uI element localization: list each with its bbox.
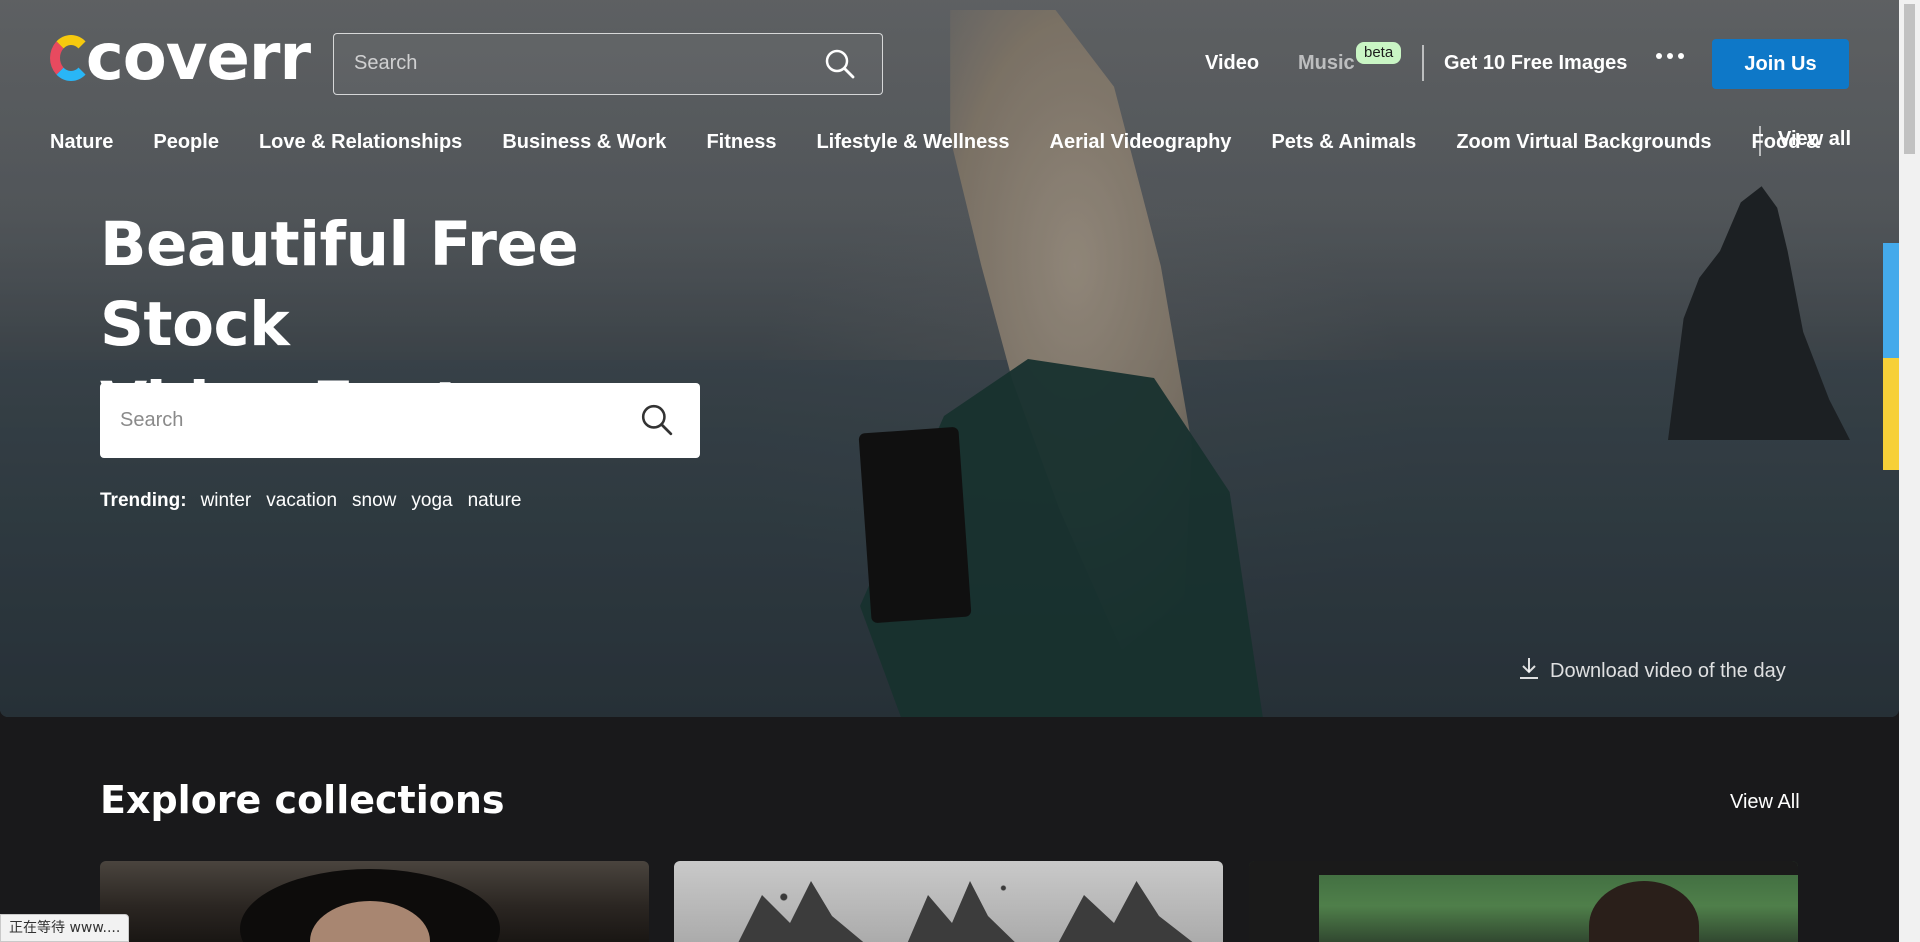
download-video-of-day-link[interactable]: Download video of the day [1518, 656, 1786, 686]
scrollbar-thumb[interactable] [1904, 4, 1915, 154]
trending-tag[interactable]: snow [352, 490, 396, 512]
trending-row: Trending: winter vacation snow yoga natu… [100, 490, 536, 512]
category-business-work[interactable]: Business & Work [502, 131, 666, 154]
header-search-input[interactable] [334, 34, 804, 92]
card-thumbnail-shrub [1054, 881, 1204, 942]
hero-title-line-1: Beautiful Free Stock [100, 209, 579, 360]
hero-search-box [100, 383, 700, 458]
search-icon[interactable] [640, 403, 673, 436]
category-fitness[interactable]: Fitness [706, 131, 776, 154]
header-search-box [333, 33, 883, 95]
download-icon [1518, 656, 1540, 686]
card-thumbnail-shrub [734, 881, 874, 942]
music-beta-badge: beta [1356, 42, 1402, 64]
category-zoom-backgrounds[interactable]: Zoom Virtual Backgrounds [1456, 131, 1711, 154]
nav-video-link[interactable]: Video [1205, 52, 1259, 75]
side-accent-blue [1883, 243, 1899, 358]
coverr-logo[interactable]: coverr [50, 21, 311, 95]
category-nature[interactable]: Nature [50, 131, 113, 154]
trending-tag[interactable]: yoga [411, 490, 452, 512]
more-dots-icon[interactable] [1656, 48, 1684, 64]
trending-label: Trending: [100, 490, 187, 511]
nav-free-images-link[interactable]: Get 10 Free Images [1444, 52, 1627, 75]
hero-banner: coverr Video Music beta Get 10 Free Imag… [0, 0, 1899, 717]
category-nav: Nature People Love & Relationships Busin… [50, 128, 1860, 156]
side-accent-yellow [1883, 358, 1899, 470]
download-video-of-day-label: Download video of the day [1550, 659, 1786, 682]
hero-search-input[interactable] [100, 383, 620, 458]
collections-view-all-link[interactable]: View All [1730, 791, 1800, 814]
collection-card[interactable] [1249, 861, 1798, 942]
join-us-button[interactable]: Join Us [1712, 39, 1849, 89]
explore-collections-title: Explore collections [100, 778, 505, 822]
category-aerial-videography[interactable]: Aerial Videography [1050, 131, 1232, 154]
card-thumbnail-shrub [904, 881, 1024, 942]
trending-tag[interactable]: winter [201, 490, 252, 512]
page-viewport: coverr Video Music beta Get 10 Free Imag… [0, 0, 1899, 942]
category-lifestyle-wellness[interactable]: Lifestyle & Wellness [816, 131, 1009, 154]
view-all-categories-link[interactable]: View all [1778, 128, 1851, 151]
page-scrollbar[interactable] [1899, 0, 1920, 942]
search-icon[interactable] [824, 48, 856, 80]
logo-text: coverr [85, 21, 311, 95]
card-thumbnail-car-frame [1249, 861, 1798, 942]
browser-status-bar: 正在等待 www.... [0, 914, 130, 942]
category-love-relationships[interactable]: Love & Relationships [259, 131, 462, 154]
category-people[interactable]: People [153, 131, 219, 154]
trending-tag[interactable]: vacation [266, 490, 337, 512]
category-pets-animals[interactable]: Pets & Animals [1271, 131, 1416, 154]
collection-card[interactable] [674, 861, 1223, 942]
nav-divider [1422, 45, 1424, 81]
trending-tag[interactable]: nature [468, 490, 522, 512]
collection-card[interactable] [100, 861, 649, 942]
category-divider [1759, 126, 1761, 156]
nav-music-link[interactable]: Music [1298, 52, 1355, 75]
